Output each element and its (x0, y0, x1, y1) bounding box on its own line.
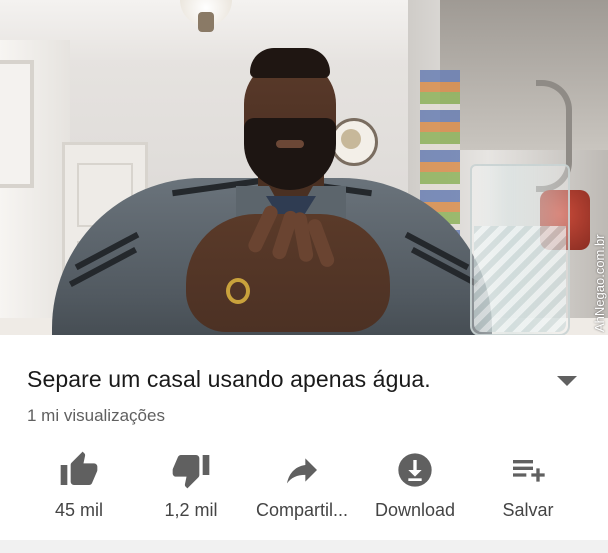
water (474, 226, 566, 332)
watermark: AhNegao.com.br (592, 234, 607, 332)
view-count: 1 mi visualizações (27, 406, 165, 425)
save-button[interactable]: Salvar (468, 448, 588, 526)
chevron-down-icon (557, 376, 577, 386)
gold-ring (226, 278, 250, 304)
video-player[interactable]: AhNegao.com.br (0, 0, 608, 335)
download-button[interactable]: Download (355, 448, 475, 526)
water-glass (470, 164, 570, 335)
save-label: Salvar (502, 500, 554, 520)
download-icon (398, 453, 432, 487)
divider (0, 540, 608, 553)
expand-description-button[interactable] (555, 371, 579, 391)
share-label: Compartil... (255, 500, 349, 520)
download-label: Download (374, 500, 456, 520)
mouth (276, 140, 304, 148)
share-button[interactable]: Compartil... (242, 448, 362, 526)
video-title: Separe um casal usando apenas água. (27, 366, 431, 392)
like-button[interactable]: 45 mil (19, 448, 139, 526)
dislike-button[interactable]: 1,2 mil (131, 448, 251, 526)
thumbs-up-icon (60, 451, 98, 485)
title-row: Separe um casal usando apenas água. (27, 366, 587, 396)
action-bar: 45 mil 1,2 mil Compartil... Download Sal… (0, 448, 608, 528)
playlist-add-icon (513, 460, 545, 482)
like-count: 45 mil (54, 500, 103, 520)
dislike-count: 1,2 mil (164, 500, 218, 520)
hair (250, 48, 330, 78)
share-arrow-icon (287, 458, 317, 484)
thumbs-down-icon (172, 455, 210, 489)
clasped-hands (186, 203, 390, 332)
